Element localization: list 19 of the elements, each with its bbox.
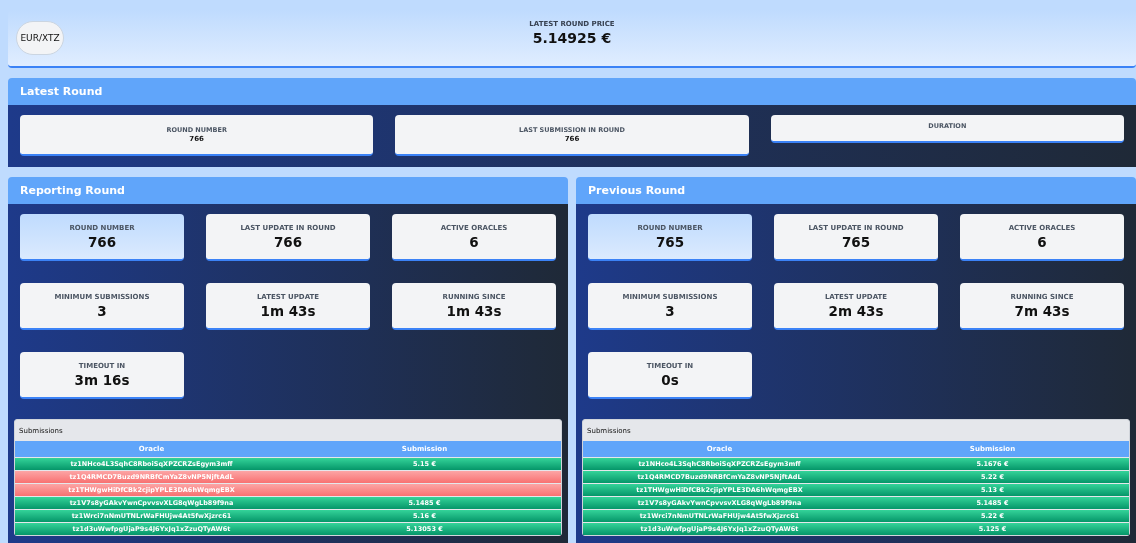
stat-value: 6 [469, 233, 479, 250]
stat-value: 765 [841, 233, 871, 250]
price-value: 5.14925 € [532, 30, 612, 46]
stat-value: 7m 43s [1014, 302, 1070, 319]
stat-value: 766 [273, 233, 303, 250]
panel-title: Reporting Round [8, 177, 568, 204]
pair-button[interactable]: EUR/XTZ [16, 21, 64, 55]
stat-value: 765 [655, 233, 685, 250]
stat-value: 1m 43s [446, 302, 502, 319]
stat-value: 3 [665, 302, 675, 319]
stat-value: 1m 43s [260, 302, 316, 319]
panel-title: Latest Round [8, 78, 1136, 105]
stat-value: 3 [97, 302, 107, 319]
stat-value: 3m 16s [74, 371, 130, 388]
stat-value: 2m 43s [828, 302, 884, 319]
stat-value: 6 [1037, 233, 1047, 250]
panel-title: Previous Round [576, 177, 1136, 204]
stat-value: 766 [87, 233, 117, 250]
stat-value: 0s [661, 371, 679, 388]
